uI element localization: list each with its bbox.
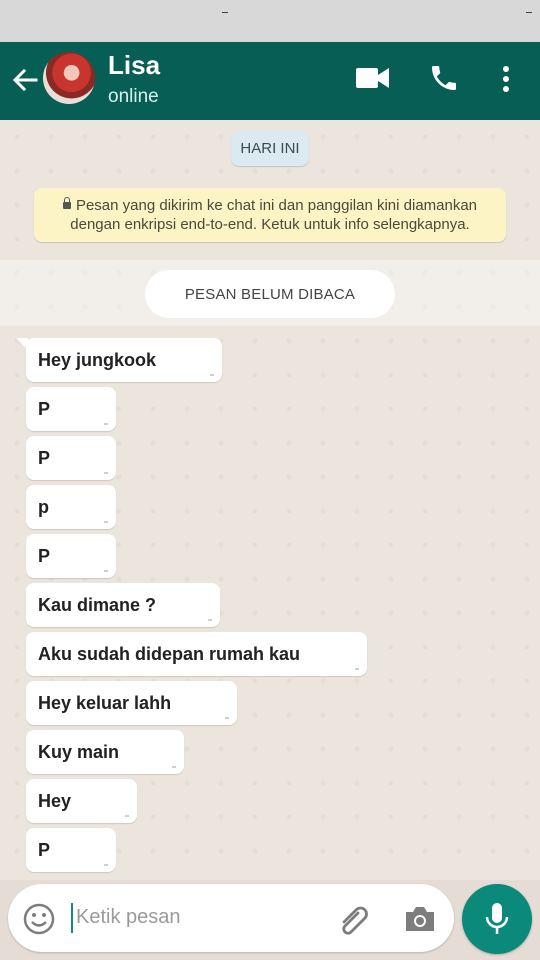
mic-icon [485, 903, 509, 934]
more-options-icon[interactable] [500, 64, 512, 99]
message-time [125, 815, 129, 817]
status-mark [222, 12, 228, 13]
message-text: Aku sudah didepan rumah kau [38, 643, 301, 664]
date-chip: HARI INI [231, 130, 309, 166]
chat-area[interactable]: HARI INI Pesan yang dikirim ke chat ini … [0, 120, 540, 880]
message-text: p [38, 496, 49, 517]
message-text: P [38, 398, 51, 419]
mic-button[interactable] [462, 884, 532, 954]
message-composer[interactable]: Ketik pesan [8, 884, 454, 952]
emoji-icon[interactable] [22, 902, 56, 941]
chat-header: Lisa online [0, 42, 540, 120]
message-time [208, 619, 212, 621]
text-cursor [71, 903, 73, 933]
message-bubble[interactable]: p [26, 485, 116, 529]
message-bubble[interactable]: Hey keluar lahh [26, 681, 237, 725]
message-bubble[interactable]: Hey [26, 779, 137, 823]
message-input[interactable]: Ketik pesan [76, 906, 181, 929]
encryption-notice-line2: dengan enkripsi end-to-end. Ketuk untuk … [70, 216, 470, 233]
avatar[interactable] [43, 52, 95, 104]
video-call-icon[interactable] [356, 66, 390, 95]
message-time [104, 423, 108, 425]
status-mark [526, 12, 532, 13]
contact-name[interactable]: Lisa [108, 50, 160, 81]
message-text: P [38, 447, 51, 468]
phone-icon[interactable] [428, 62, 460, 99]
message-time [104, 472, 108, 474]
encryption-notice-line1: Pesan yang dikirim ke chat ini dan pangg… [75, 197, 478, 214]
unread-messages-label: PESAN BELUM DIBACA [145, 270, 395, 318]
message-time [225, 717, 229, 719]
message-time [104, 521, 108, 523]
lock-icon [62, 197, 71, 209]
attach-icon[interactable] [336, 902, 372, 941]
contact-status: online [108, 86, 159, 107]
message-bubble[interactable]: Aku sudah didepan rumah kau [26, 632, 367, 676]
message-bubble[interactable]: Hey jungkook [16, 338, 222, 382]
message-text: P [38, 839, 51, 860]
message-text: Hey [38, 790, 72, 811]
message-bubble[interactable]: P [26, 828, 116, 872]
message-time [355, 668, 359, 670]
message-text: Kau dimane ? [38, 594, 157, 615]
message-bubble[interactable]: P [26, 436, 116, 480]
message-time [210, 374, 214, 376]
message-time [172, 766, 176, 768]
message-text: P [38, 545, 51, 566]
encryption-notice[interactable]: Pesan yang dikirim ke chat ini dan pangg… [34, 188, 506, 242]
message-bubble[interactable]: P [26, 387, 116, 431]
message-text: Hey jungkook [38, 349, 157, 370]
message-bubble[interactable]: Kuy main [26, 730, 184, 774]
message-text: Kuy main [38, 741, 120, 762]
message-bubble[interactable]: Kau dimane ? [26, 583, 220, 627]
back-arrow-icon[interactable] [10, 64, 40, 96]
status-bar [0, 0, 540, 42]
camera-icon[interactable] [403, 904, 437, 939]
message-text: Hey keluar lahh [38, 692, 172, 713]
message-time [104, 864, 108, 866]
message-time [104, 570, 108, 572]
message-bubble[interactable]: P [26, 534, 116, 578]
